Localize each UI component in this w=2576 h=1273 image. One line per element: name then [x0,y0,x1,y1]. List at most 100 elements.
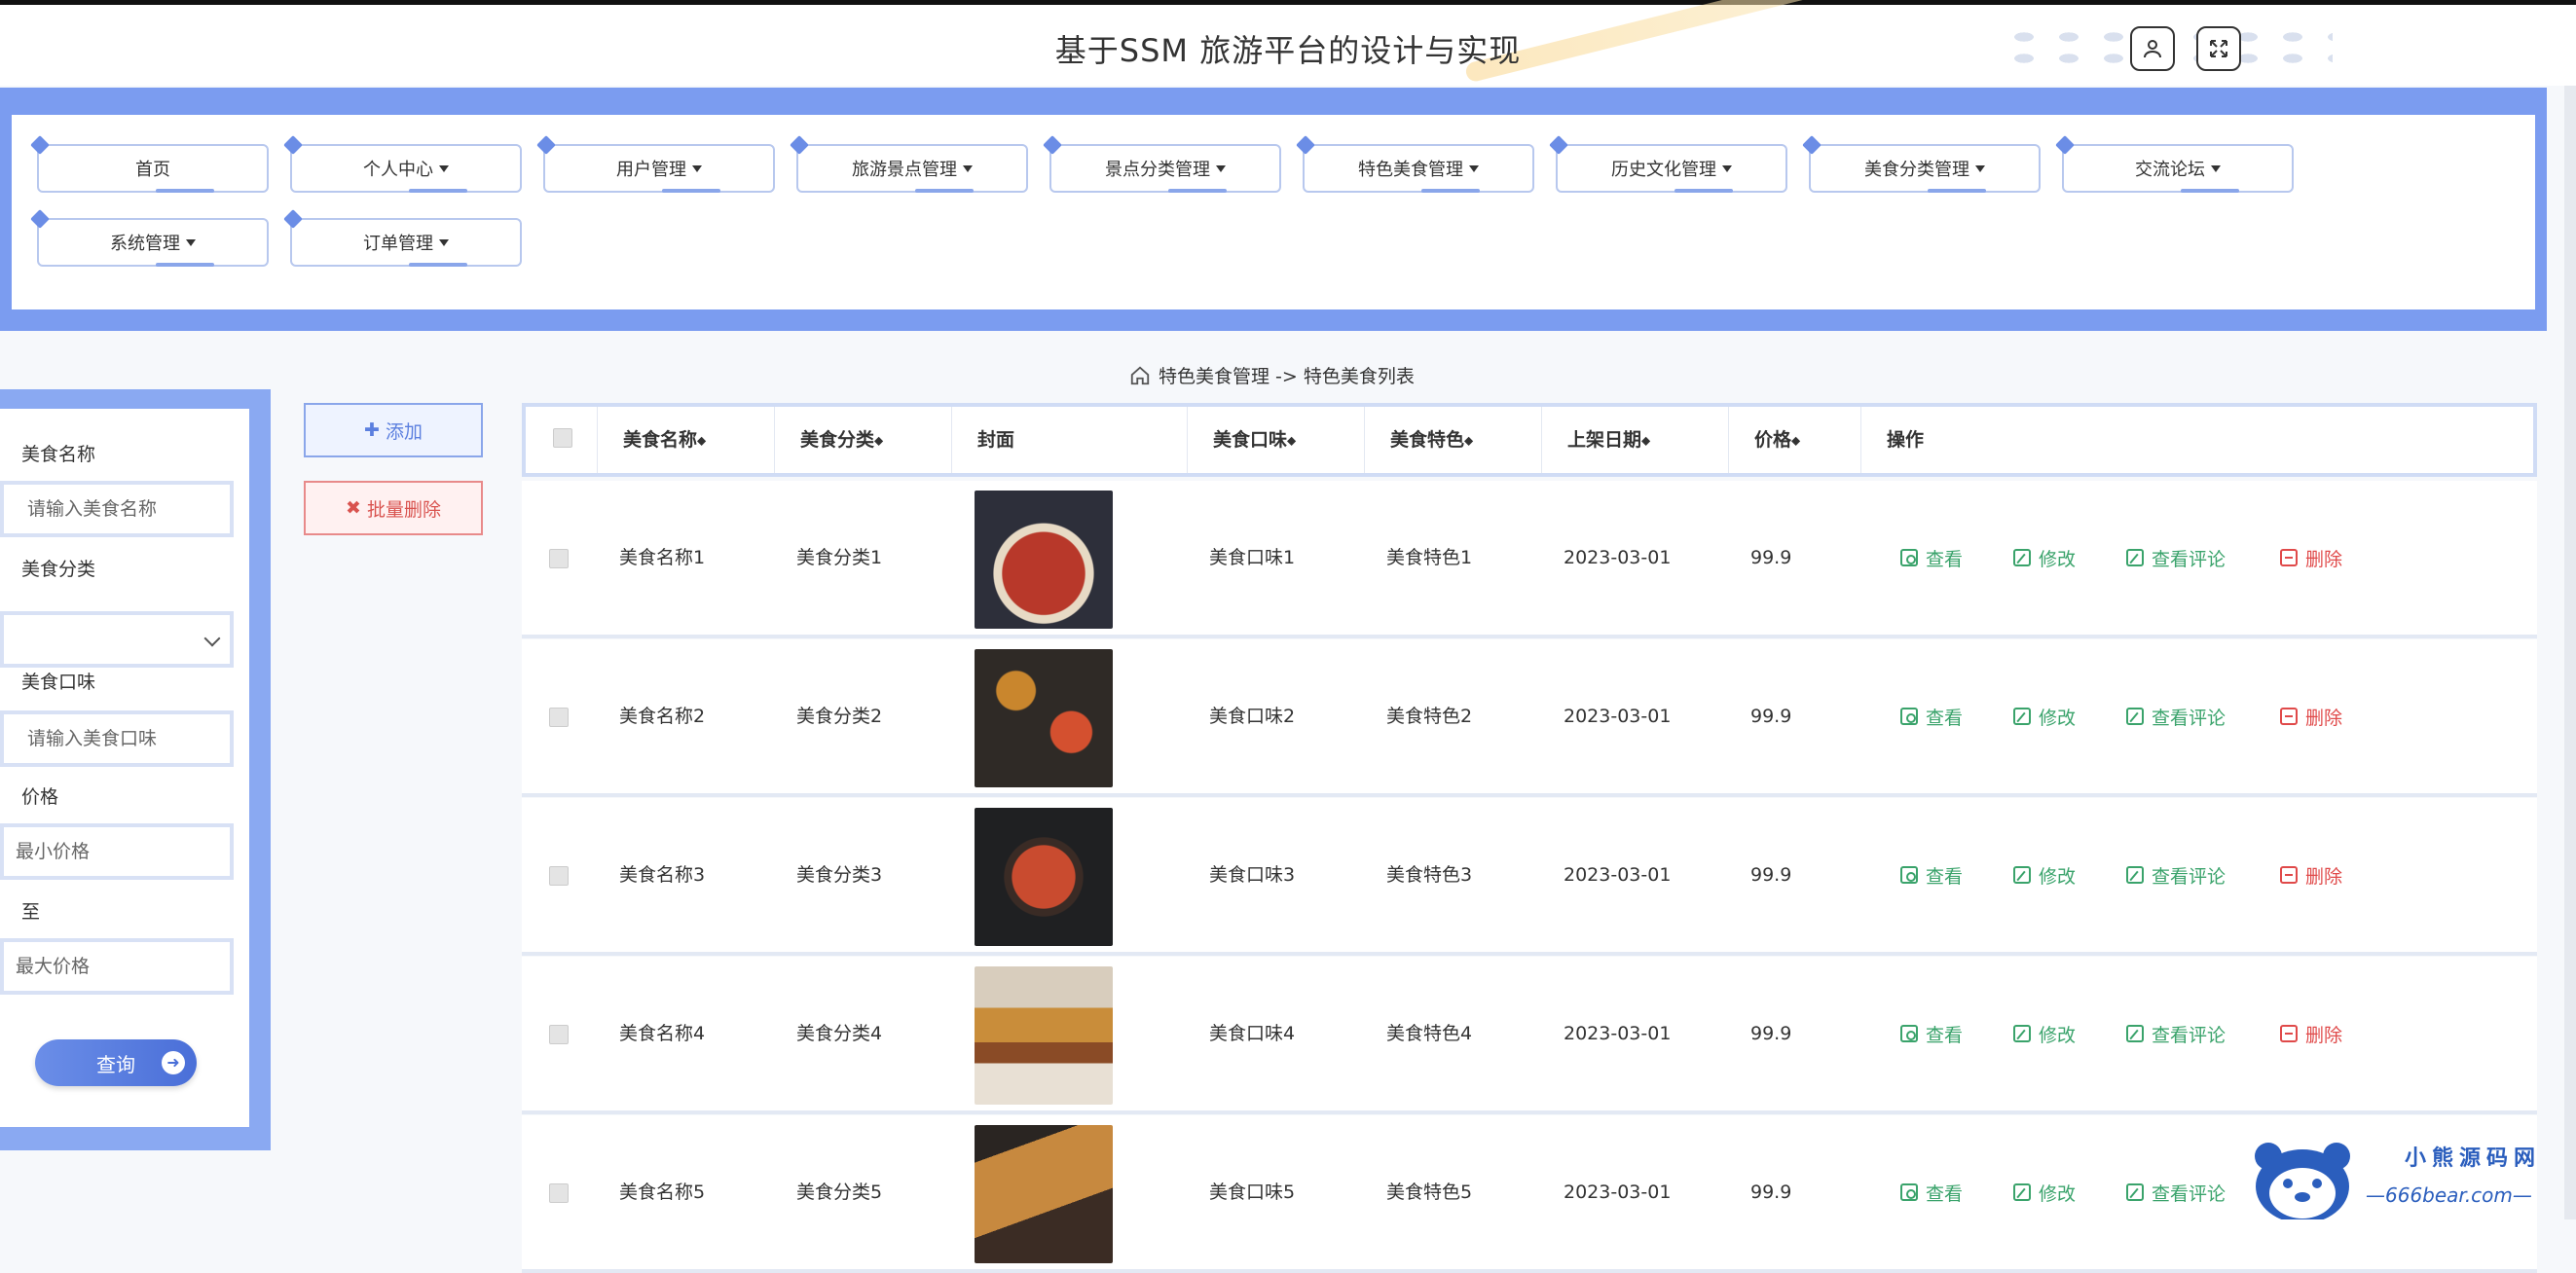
nav-item-3[interactable]: 旅游景点管理 [796,144,1028,193]
nav-item-label: 个人中心 [363,160,433,180]
fullscreen-button[interactable] [2196,26,2241,71]
top-header: 基于SSM 旅游平台的设计与实现 [0,0,2576,86]
comment-icon [2126,866,2144,884]
view-comments-button[interactable]: 查看评论 [2126,481,2226,635]
delete-button[interactable]: 删除 [2280,798,2342,952]
cell-cover-image [975,966,1113,1105]
search-panel: 美食名称 美食分类 美食口味 价格 至 查询 ➜ [0,389,271,1150]
breadcrumb-text: 特色美食管理 -> 特色美食列表 [1159,366,1415,387]
cell-food-taste: 美食口味3 [1209,864,1296,886]
delete-button[interactable]: 删除 [2280,639,2342,793]
query-button[interactable]: 查询 ➜ [35,1039,197,1086]
caret-down-icon [1975,164,1985,172]
row-checkbox[interactable] [549,549,569,568]
comment-icon [2126,708,2144,725]
view-comments-button[interactable]: 查看评论 [2126,1115,2226,1269]
nav-item-label: 订单管理 [363,234,433,254]
price-to-label: 至 [21,901,41,923]
view-comments-button-label: 查看评论 [2152,1024,2226,1046]
sort-icon: ◆ [697,433,707,448]
cell-food-category: 美食分类2 [796,706,883,727]
edit-button[interactable]: 修改 [2013,481,2076,635]
row-checkbox[interactable] [549,866,569,886]
cell-food-feature: 美食特色2 [1386,706,1473,727]
min-price-input[interactable] [0,823,234,880]
food-name-input[interactable] [0,481,234,537]
nav-item-label: 美食分类管理 [1864,160,1969,180]
row-checkbox[interactable] [549,1025,569,1044]
home-icon[interactable] [1129,365,1151,386]
nav-item-label: 特色美食管理 [1358,160,1463,180]
food-category-select[interactable] [0,611,234,668]
view-button[interactable]: 查看 [1900,481,1963,635]
edit-button[interactable]: 修改 [2013,639,2076,793]
nav-item-0[interactable]: 首页 [37,144,269,193]
add-button[interactable]: ✚ 添加 [304,403,483,457]
delete-button[interactable]: 删除 [2280,481,2342,635]
caret-down-icon [439,238,449,246]
delete-button[interactable]: 删除 [2280,957,2342,1110]
page-title: 基于SSM 旅游平台的设计与实现 [1054,32,1522,69]
page-scrollbar[interactable] [2564,86,2576,1219]
cell-food-feature: 美食特色3 [1386,864,1473,886]
view-button-label: 查看 [1926,1182,1964,1205]
col-cover: 封面 [952,407,1188,473]
nav-item-label: 系统管理 [110,234,180,254]
view-comments-button[interactable]: 查看评论 [2126,798,2226,952]
watermark-url: —666bear.com— [2366,1183,2532,1207]
view-button[interactable]: 查看 [1900,957,1963,1110]
nav-item-6[interactable]: 历史文化管理 [1556,144,1787,193]
nav-item-2[interactable]: 用户管理 [543,144,775,193]
batch-delete-button[interactable]: ✖ 批量删除 [304,481,483,535]
nav-item-label: 交流论坛 [2135,160,2205,180]
cell-date: 2023-03-01 [1564,1182,1672,1203]
plus-icon: ✚ [364,419,380,441]
max-price-input[interactable] [0,938,234,995]
cell-food-feature: 美食特色5 [1386,1182,1473,1203]
col-food-feature[interactable]: 美食特色◆ [1365,407,1542,473]
price-label: 价格 [21,786,59,808]
row-checkbox[interactable] [549,1183,569,1203]
col-food-name[interactable]: 美食名称◆ [598,407,775,473]
row-checkbox[interactable] [549,708,569,727]
nav-item-1[interactable]: 个人中心 [290,144,522,193]
delete-button-label: 删除 [2305,1024,2343,1046]
cell-food-feature: 美食特色1 [1386,547,1473,568]
edit-button[interactable]: 修改 [2013,798,2076,952]
view-button[interactable]: 查看 [1900,639,1963,793]
sort-icon: ◆ [1641,433,1651,448]
col-date[interactable]: 上架日期◆ [1542,407,1729,473]
view-button[interactable]: 查看 [1900,1115,1963,1269]
table-row: 美食名称3 美食分类3 美食口味3 美食特色3 2023-03-01 99.9 查看 修改 查看… [522,798,2537,956]
nav-item-7[interactable]: 美食分类管理 [1809,144,2041,193]
view-comments-button-label: 查看评论 [2152,1182,2226,1205]
query-button-label: 查询 [96,1052,135,1076]
caret-down-icon [1469,164,1479,172]
edit-button[interactable]: 修改 [2013,957,2076,1110]
col-price[interactable]: 价格◆ [1729,407,1861,473]
chevron-down-icon [203,630,221,647]
nav-item-4[interactable]: 景点分类管理 [1049,144,1281,193]
arrow-right-icon: ➜ [162,1051,185,1074]
view-button[interactable]: 查看 [1900,798,1963,952]
view-comments-button[interactable]: 查看评论 [2126,639,2226,793]
select-all-checkbox[interactable] [553,428,572,448]
view-comments-button-label: 查看评论 [2152,548,2226,570]
col-food-taste[interactable]: 美食口味◆ [1188,407,1365,473]
close-icon: ✖ [346,497,361,519]
food-taste-input[interactable] [0,710,234,767]
cell-date: 2023-03-01 [1564,547,1672,568]
nav-item-9[interactable]: 系统管理 [37,218,269,267]
view-comments-button[interactable]: 查看评论 [2126,957,2226,1110]
edit-button[interactable]: 修改 [2013,1115,2076,1269]
cell-food-name: 美食名称1 [619,547,706,568]
edit-icon [2013,549,2031,566]
nav-item-8[interactable]: 交流论坛 [2062,144,2294,193]
user-center-button[interactable] [2130,26,2175,71]
nav-item-5[interactable]: 特色美食管理 [1303,144,1534,193]
col-food-category[interactable]: 美食分类◆ [775,407,952,473]
nav-item-10[interactable]: 订单管理 [290,218,522,267]
nav-item-label: 历史文化管理 [1611,160,1716,180]
cell-price: 99.9 [1750,706,1792,727]
delete-icon [2280,549,2298,566]
